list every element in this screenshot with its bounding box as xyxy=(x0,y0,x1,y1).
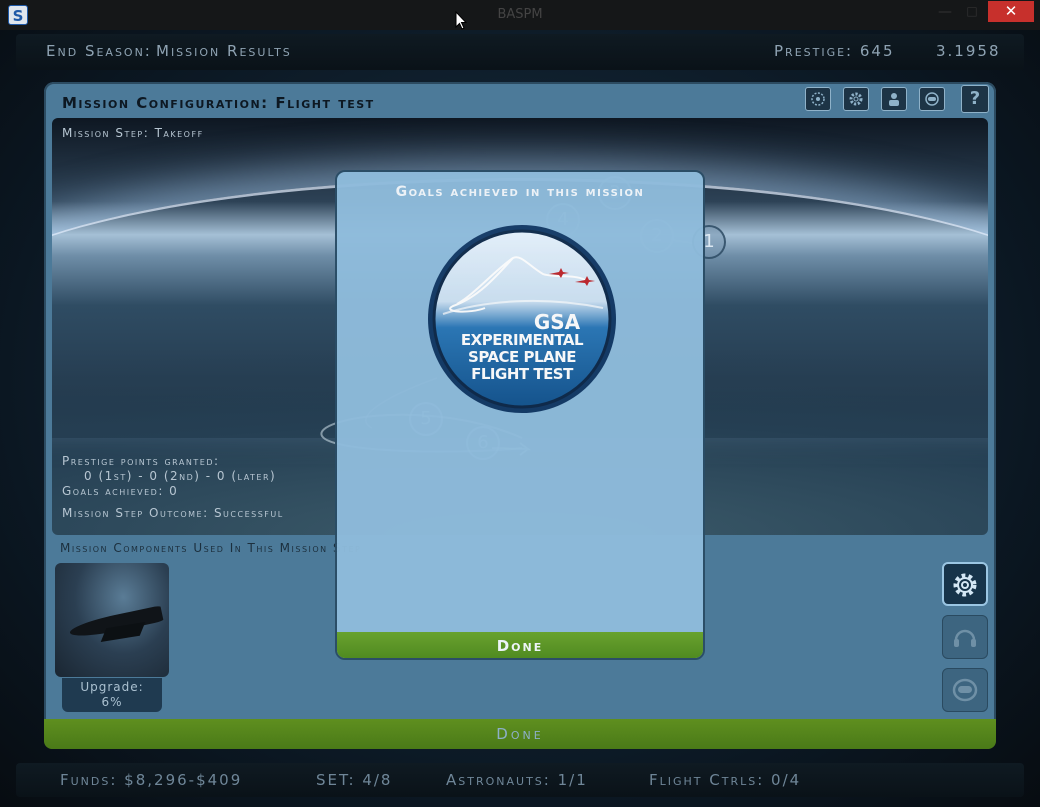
gear-icon[interactable] xyxy=(843,87,869,111)
badge-text: GSA EXPERIMENTAL SPACE PLANE FLIGHT TEST xyxy=(437,312,607,383)
astronauts-label: Astronauts: 1/1 xyxy=(446,771,588,789)
season-label: End Season: xyxy=(46,42,152,60)
mission-results-label: Mission Results xyxy=(156,42,292,60)
done-button[interactable]: Done xyxy=(44,719,996,749)
helmet-icon[interactable] xyxy=(919,87,945,111)
modal-title: Goals achieved in this mission xyxy=(395,184,645,200)
set-label: SET: 4/8 xyxy=(316,771,393,789)
status-bar: Funds: $8,296-$409 SET: 4/8 Astronauts: … xyxy=(16,763,1024,797)
prestige-counter: Prestige: 645 xyxy=(774,42,895,60)
minimize-button[interactable]: — xyxy=(935,4,955,24)
maximize-button[interactable]: □ xyxy=(962,4,982,24)
app-icon: S xyxy=(8,5,28,25)
prestige-granted-label: Prestige points granted: xyxy=(62,454,220,468)
help-icon[interactable]: ? xyxy=(961,85,989,113)
season-topbar: End Season: Mission Results Prestige: 64… xyxy=(16,34,1024,70)
spaceplane-thumbnail[interactable] xyxy=(55,563,169,677)
window-title: BASPM xyxy=(497,7,543,22)
components-label: Mission Components Used In This Mission … xyxy=(60,541,362,555)
mission-step-label: Mission Step: Takeoff xyxy=(62,126,204,140)
upgrade-value: 6% xyxy=(101,695,123,709)
helmet-icon[interactable] xyxy=(942,668,988,712)
headset-icon[interactable] xyxy=(942,615,988,659)
upgrade-badge: Upgrade: 6% xyxy=(62,678,162,712)
funds-label: Funds: $8,296-$409 xyxy=(60,771,243,789)
flight-ctrls-label: Flight Ctrls: 0/4 xyxy=(649,771,802,789)
modal-done-button[interactable]: Done xyxy=(337,632,703,658)
upgrade-label: Upgrade: xyxy=(80,680,144,694)
astronaut-icon[interactable] xyxy=(881,87,907,111)
badge-line-gsa: GSA xyxy=(533,310,581,334)
date-display: 3.1958 xyxy=(936,42,1001,60)
goals-modal: Goals achieved in this mission GSA EXPER… xyxy=(335,170,705,660)
mouse-cursor-icon xyxy=(455,11,467,30)
gear-icon[interactable] xyxy=(942,562,988,606)
badge-line-experimental: EXPERIMENTAL xyxy=(460,331,584,349)
panel-title: Mission Configuration: Flight test xyxy=(62,94,375,112)
close-button[interactable]: ✕ xyxy=(988,1,1034,22)
badge-line-space-plane: SPACE PLANE xyxy=(468,348,576,366)
goals-achieved-count: Goals achieved: 0 xyxy=(62,484,179,498)
badge-line-flight-test: FLIGHT TEST xyxy=(471,365,573,383)
prestige-breakdown: 0 (1st) - 0 (2nd) - 0 (later) xyxy=(84,469,277,483)
target-icon[interactable] xyxy=(805,87,831,111)
step-outcome: Mission Step Outcome: Successful xyxy=(62,506,284,520)
window-titlebar: S BASPM — □ ✕ xyxy=(0,0,1040,30)
